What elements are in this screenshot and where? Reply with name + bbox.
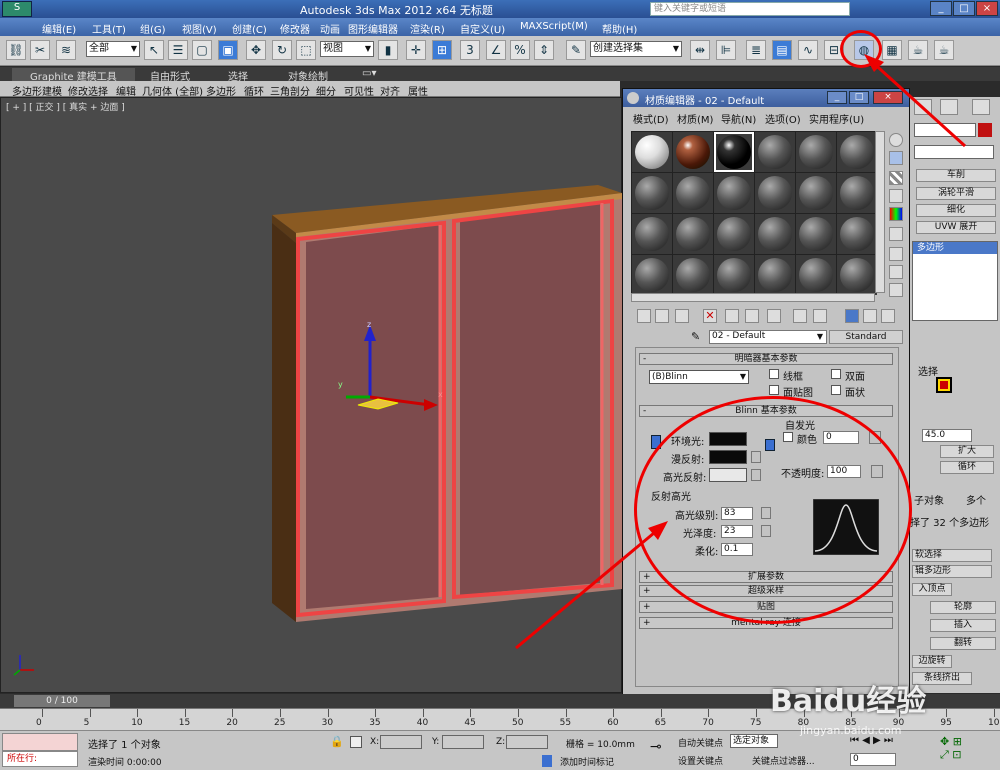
annotation-arrows [515,54,967,650]
